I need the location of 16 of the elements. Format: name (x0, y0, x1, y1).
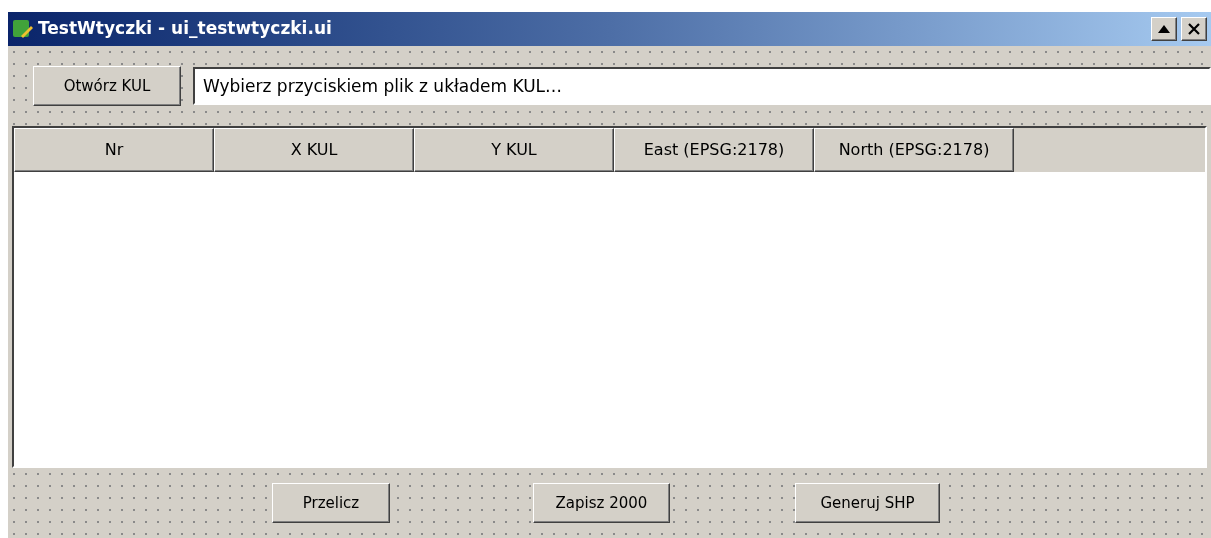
column-header[interactable]: North (EPSG:2178) (814, 128, 1014, 172)
minimize-button[interactable] (1151, 17, 1177, 41)
up-arrow-icon (1158, 25, 1170, 33)
open-file-button[interactable]: Otwórz KUL (33, 66, 181, 106)
action-button[interactable]: Generuj SHP (795, 483, 940, 523)
app-icon (12, 18, 34, 40)
column-header[interactable]: Y KUL (414, 128, 614, 172)
close-icon (1187, 22, 1201, 36)
file-path-field[interactable]: Wybierz przyciskiem plik z układem KUL… (193, 67, 1211, 105)
window-title: TestWtyczki - ui_testwtyczki.ui (38, 17, 333, 41)
column-header[interactable]: East (EPSG:2178) (614, 128, 814, 172)
action-button[interactable]: Przelicz (272, 483, 390, 523)
close-button[interactable] (1181, 17, 1207, 41)
action-button[interactable]: Zapisz 2000 (533, 483, 670, 523)
column-header[interactable]: Nr (14, 128, 214, 172)
column-header[interactable]: X KUL (214, 128, 414, 172)
